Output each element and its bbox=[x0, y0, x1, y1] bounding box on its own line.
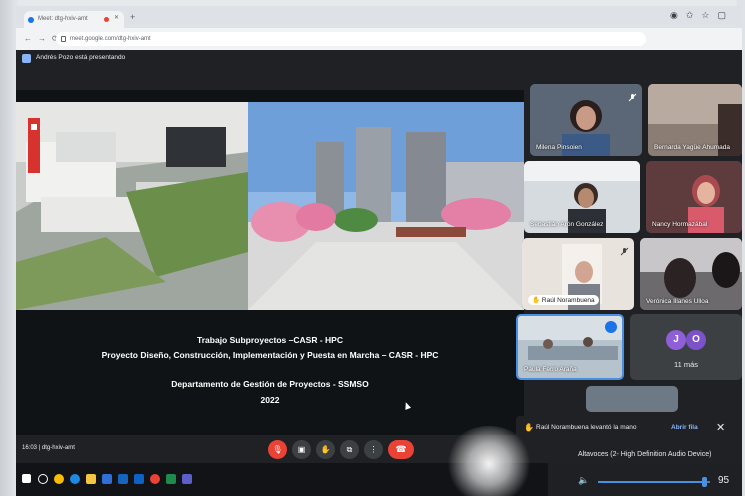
slide-line-3: Departamento de Gestión de Proyectos - S… bbox=[171, 379, 369, 389]
participant-name: ✋ Raúl Norambuena bbox=[528, 295, 599, 305]
screen-glare bbox=[444, 426, 534, 496]
participant-tile[interactable]: Verónica Illanes Ulloa bbox=[640, 238, 742, 310]
participant-tile[interactable]: Bernarda Yagüe Ahumada bbox=[648, 84, 742, 156]
avatar: O bbox=[686, 330, 706, 350]
mic-off-icon bbox=[620, 243, 629, 256]
volume-slider-thumb[interactable] bbox=[702, 477, 708, 487]
audio-device-name[interactable]: Altavoces (2- High Definition Audio Devi… bbox=[578, 451, 711, 458]
raise-hand-button[interactable]: ✋ bbox=[316, 440, 335, 459]
leave-call-button[interactable]: ☎ bbox=[388, 440, 414, 459]
outlook-icon[interactable] bbox=[134, 474, 144, 484]
more-vertical-icon: ⋮ bbox=[369, 445, 378, 454]
address-bar[interactable]: meet.google.com/dtg-hxiv-amt bbox=[56, 32, 646, 46]
new-tab-plus-icon[interactable]: + bbox=[130, 12, 135, 22]
participant-name: Verónica Illanes Ulloa bbox=[646, 298, 709, 305]
window-controls[interactable]: ◉✩☆▢ bbox=[670, 10, 734, 21]
participant-tile[interactable]: ✋ Raúl Norambuena bbox=[522, 238, 634, 310]
slide-line-4: 2022 bbox=[260, 395, 280, 405]
speaking-indicator-icon bbox=[605, 321, 617, 333]
participant-tile-partial[interactable] bbox=[586, 386, 678, 412]
participant-tile[interactable]: Sebastián Arón González bbox=[524, 161, 640, 233]
close-icon[interactable]: ✕ bbox=[716, 421, 725, 434]
more-participants-label: 11 más bbox=[673, 360, 699, 369]
speaker-icon[interactable]: 🔈 bbox=[578, 475, 589, 486]
meeting-time-code: 16:03 | dtg-hxiv-amt bbox=[22, 445, 75, 451]
present-button[interactable]: ⧉ bbox=[340, 440, 359, 459]
recording-dot-icon bbox=[104, 17, 109, 22]
participant-name: Paula Ferro Araña bbox=[524, 366, 577, 373]
tab-close-icon[interactable]: ✕ bbox=[114, 14, 119, 21]
windows-start-icon[interactable] bbox=[22, 474, 31, 483]
monitor-screen: Meet: dtg-hxiv-amt ✕ + ◉✩☆▢ ←→⟳ meet.goo… bbox=[16, 6, 742, 496]
participant-name: Bernarda Yagüe Ahumada bbox=[654, 144, 731, 151]
presentation-slide: Trabajo Subproyectos –CASR - HPC Proyect… bbox=[16, 90, 524, 435]
volume-slider[interactable] bbox=[598, 477, 710, 487]
hand-icon: ✋ bbox=[320, 445, 331, 454]
chrome-icon[interactable] bbox=[54, 474, 64, 484]
lock-icon bbox=[61, 36, 66, 42]
participant-name: Nancy Hormazábal bbox=[652, 221, 708, 228]
browser-tab-strip: Meet: dtg-hxiv-amt ✕ + ◉✩☆▢ bbox=[16, 6, 742, 28]
teams-icon[interactable] bbox=[182, 474, 192, 484]
browser-tab-meet[interactable]: Meet: dtg-hxiv-amt ✕ bbox=[24, 11, 124, 28]
participant-name: Milena Pinsoien bbox=[536, 144, 582, 151]
participant-name-text: Raúl Norambuena bbox=[541, 297, 595, 304]
camera-toggle-button[interactable]: ▣ bbox=[292, 440, 311, 459]
participant-tile[interactable]: Paula Ferro Araña bbox=[516, 314, 624, 380]
participant-tile[interactable]: Nancy Hormazábal bbox=[646, 161, 742, 233]
open-queue-button[interactable]: Abrir fila bbox=[671, 424, 698, 431]
address-bar-url: meet.google.com/dtg-hxiv-amt bbox=[70, 36, 151, 42]
volume-slider-fill bbox=[598, 481, 705, 483]
hand-raised-text: Raúl Norambuena levantó la mano bbox=[536, 424, 637, 431]
tab-title: Meet: dtg-hxiv-amt bbox=[38, 16, 88, 22]
participant-name: Sebastián Arón González bbox=[530, 221, 604, 228]
meet-favicon-icon bbox=[28, 17, 34, 23]
chrome-app-icon[interactable] bbox=[150, 474, 160, 484]
mic-off-icon bbox=[628, 89, 637, 102]
more-participants-tile[interactable]: J O 11 más bbox=[630, 314, 742, 380]
participant-tile[interactable]: Milena Pinsoien bbox=[530, 84, 642, 156]
slide-architecture-renders bbox=[16, 102, 524, 310]
store-icon[interactable] bbox=[102, 474, 112, 484]
raised-hand-icon: ✋ bbox=[524, 423, 534, 432]
more-options-button[interactable]: ⋮ bbox=[364, 440, 383, 459]
volume-flyout: Altavoces (2- High Definition Audio Devi… bbox=[548, 443, 742, 496]
search-icon[interactable] bbox=[38, 474, 48, 484]
slide-line-1: Trabajo Subproyectos –CASR - HPC bbox=[197, 335, 343, 345]
camera-icon: ▣ bbox=[297, 445, 306, 454]
avatar: J bbox=[666, 330, 686, 350]
excel-icon[interactable] bbox=[166, 474, 176, 484]
phone-hangup-icon: ☎ bbox=[395, 444, 407, 454]
mic-toggle-button[interactable]: 🎙 bbox=[268, 440, 287, 459]
slide-line-2: Proyecto Diseño, Construcción, Implement… bbox=[101, 350, 439, 360]
volume-value: 95 bbox=[718, 475, 730, 486]
browser-toolbar: ←→⟳ meet.google.com/dtg-hxiv-amt bbox=[16, 28, 742, 50]
mail-icon[interactable] bbox=[118, 474, 128, 484]
edge-icon[interactable] bbox=[70, 474, 80, 484]
present-screen-icon: ⧉ bbox=[346, 445, 353, 454]
mic-off-icon: 🎙 bbox=[272, 445, 283, 454]
presenting-icon bbox=[22, 54, 31, 63]
file-explorer-icon[interactable] bbox=[86, 474, 96, 484]
presenting-banner: Andrés Pozo está presentando bbox=[36, 54, 126, 61]
